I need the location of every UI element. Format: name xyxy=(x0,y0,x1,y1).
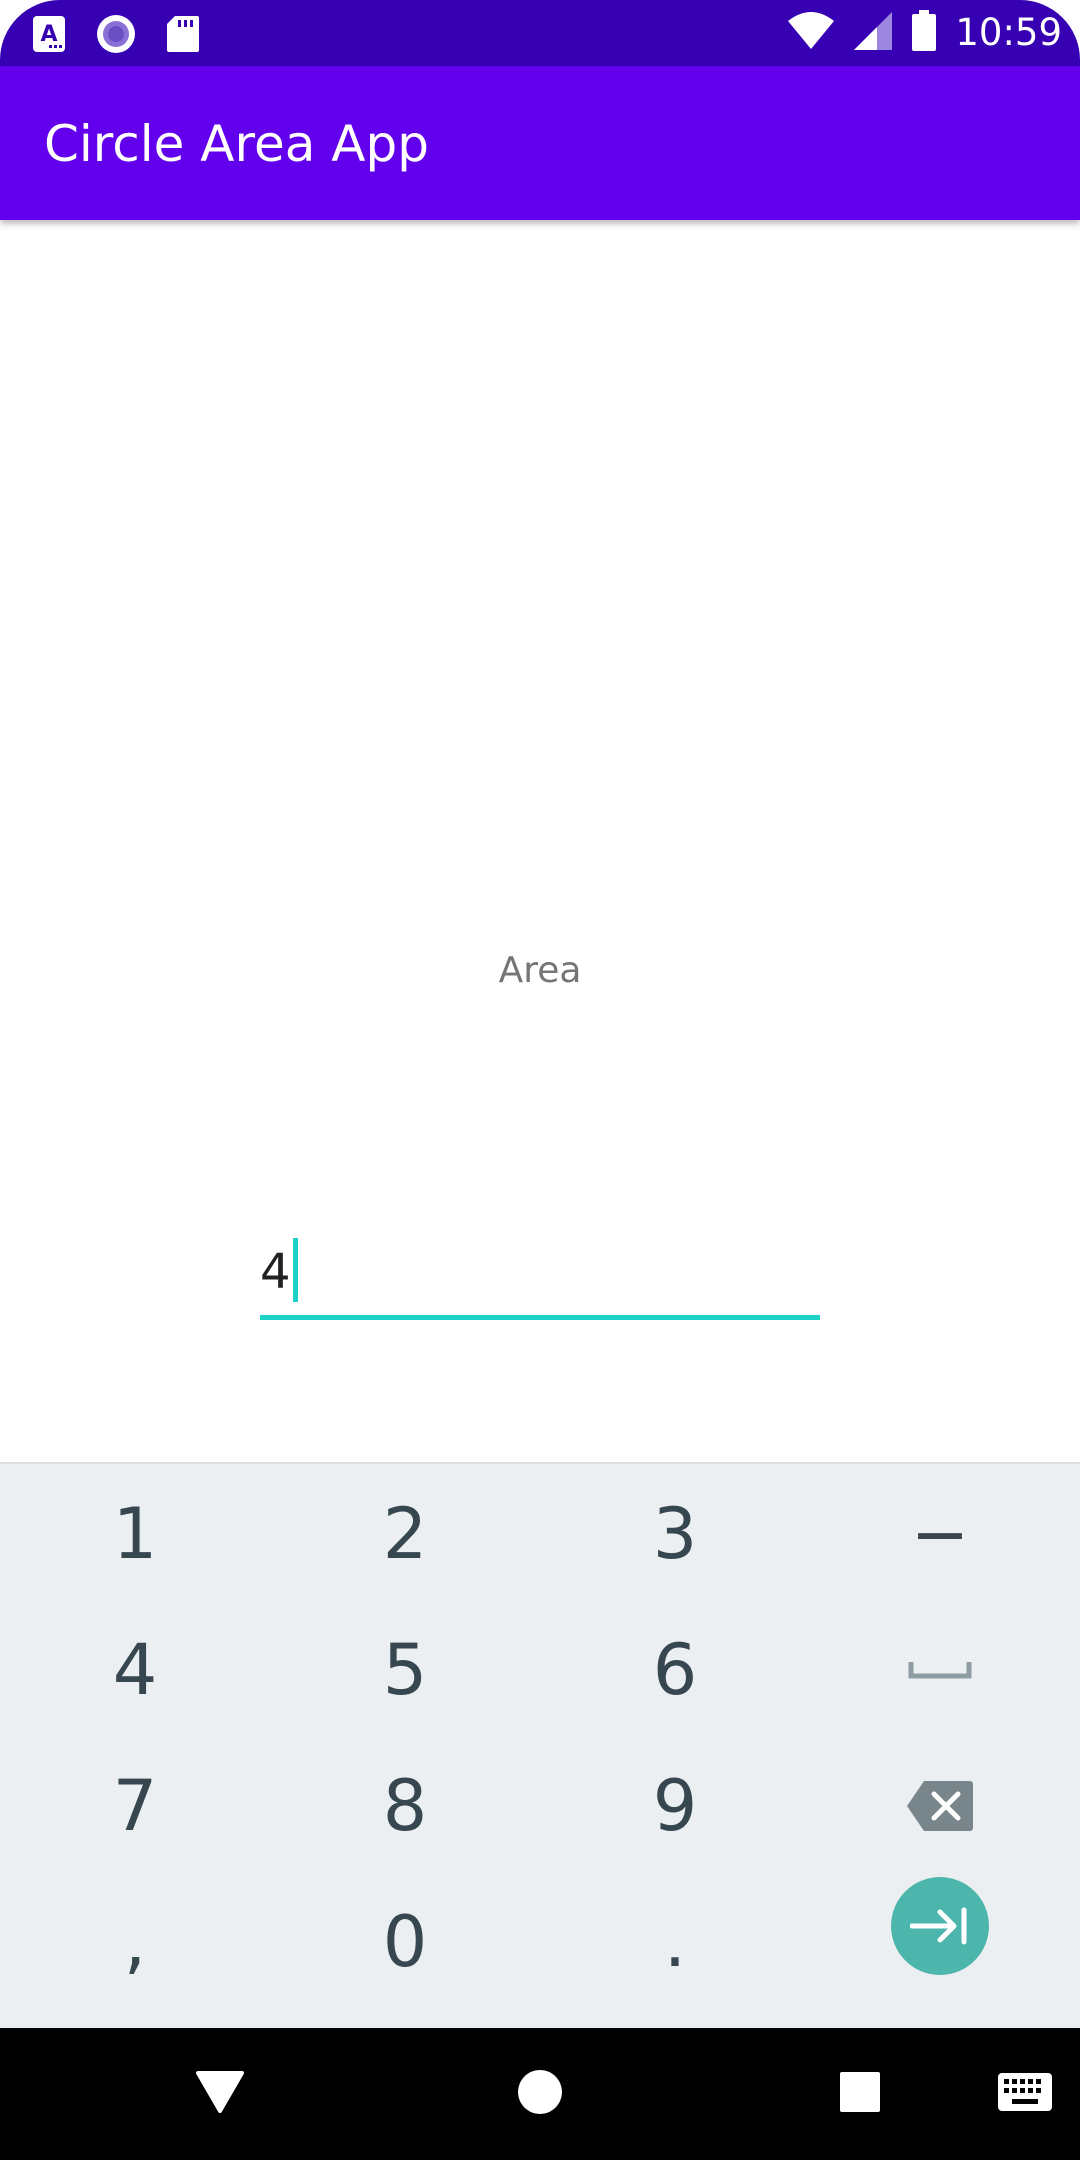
key-space[interactable] xyxy=(805,1602,1075,1738)
wifi-icon xyxy=(787,11,835,55)
key-4-label: 4 xyxy=(112,1629,158,1711)
key-2[interactable]: 2 xyxy=(270,1466,540,1602)
key-2-label: 2 xyxy=(382,1493,428,1575)
nav-home-button[interactable] xyxy=(490,2028,590,2160)
key-9-label: 9 xyxy=(652,1765,698,1847)
status-bar: A 10:59 xyxy=(0,0,1080,66)
key-comma-label: , xyxy=(123,1901,147,1983)
key-minus-label: − xyxy=(910,1493,970,1575)
accessibility-a-icon: A xyxy=(32,15,66,53)
area-result-label: Area xyxy=(498,950,582,991)
key-6-label: 6 xyxy=(652,1629,698,1711)
key-minus[interactable]: − xyxy=(805,1466,1075,1602)
next-field-icon xyxy=(910,1906,970,1946)
key-0[interactable]: 0 xyxy=(270,1874,540,2010)
radius-input-value-wrapper: 4 xyxy=(260,1238,298,1302)
record-circle-icon xyxy=(96,14,136,54)
app-title: Circle Area App xyxy=(44,115,429,173)
svg-text:A: A xyxy=(40,22,57,47)
text-cursor xyxy=(292,1238,298,1302)
sd-card-icon xyxy=(166,15,200,53)
key-5[interactable]: 5 xyxy=(270,1602,540,1738)
status-icons-right: 10:59 xyxy=(787,10,1062,56)
app-bar: Circle Area App xyxy=(0,66,1080,220)
home-icon xyxy=(517,2069,563,2119)
key-9[interactable]: 9 xyxy=(540,1738,810,1874)
key-8[interactable]: 8 xyxy=(270,1738,540,1874)
key-4[interactable]: 4 xyxy=(0,1602,270,1738)
navigation-bar xyxy=(0,2028,1080,2160)
keyboard-switch-icon xyxy=(997,2072,1053,2116)
key-5-label: 5 xyxy=(382,1629,428,1711)
nav-recents-button[interactable] xyxy=(810,2028,910,2160)
key-8-label: 8 xyxy=(382,1765,428,1847)
recents-icon xyxy=(839,2071,881,2117)
key-3-label: 3 xyxy=(652,1493,698,1575)
key-6[interactable]: 6 xyxy=(540,1602,810,1738)
key-1[interactable]: 1 xyxy=(0,1466,270,1602)
status-time: 10:59 xyxy=(955,11,1062,54)
key-0-label: 0 xyxy=(382,1901,428,1983)
key-1-label: 1 xyxy=(112,1493,158,1575)
radius-input[interactable]: 4 xyxy=(260,1230,820,1320)
status-icons-left: A xyxy=(32,14,200,54)
key-period[interactable]: . xyxy=(540,1874,810,2010)
space-icon xyxy=(908,1660,972,1680)
numeric-keyboard: 1 2 3 − 4 5 6 7 8 9 , 0 . xyxy=(0,1462,1080,2028)
key-comma[interactable]: , xyxy=(0,1874,270,2010)
cell-signal-icon xyxy=(853,11,893,55)
next-field-button xyxy=(891,1877,989,1975)
key-7[interactable]: 7 xyxy=(0,1738,270,1874)
key-7-label: 7 xyxy=(112,1765,158,1847)
key-3[interactable]: 3 xyxy=(540,1466,810,1602)
nav-back-button[interactable] xyxy=(170,2028,270,2160)
key-period-label: . xyxy=(663,1901,687,1983)
key-next[interactable] xyxy=(805,1858,1075,1994)
back-icon xyxy=(196,2070,244,2118)
key-backspace[interactable] xyxy=(805,1738,1075,1874)
nav-keyboard-switch-button[interactable] xyxy=(990,2028,1060,2160)
radius-input-value: 4 xyxy=(260,1244,291,1300)
backspace-icon xyxy=(906,1780,974,1832)
battery-icon xyxy=(911,10,937,56)
